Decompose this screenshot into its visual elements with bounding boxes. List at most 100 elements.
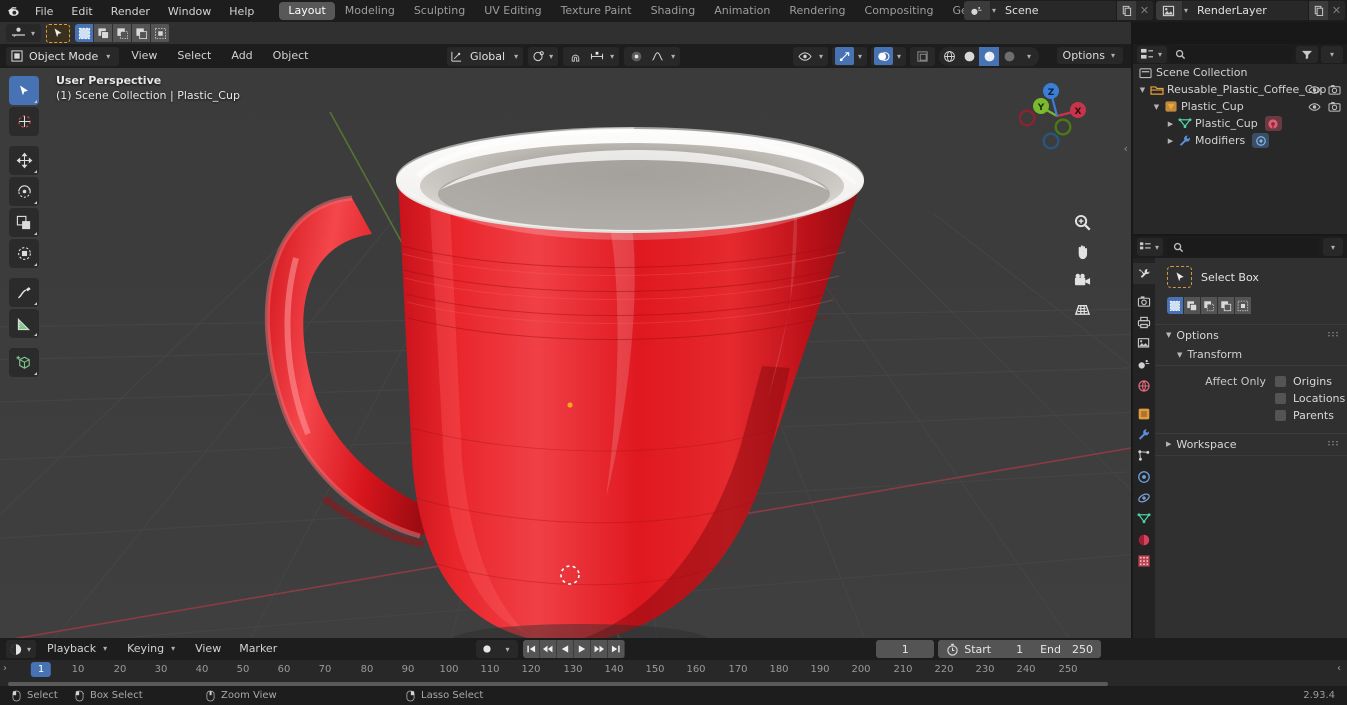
props-select-intersect-button[interactable] (1235, 297, 1252, 314)
properties-search-input[interactable] (1167, 238, 1319, 256)
scene-name[interactable]: Scene (997, 1, 1116, 20)
timeline-menu-marker[interactable]: Marker (232, 640, 284, 658)
material-preview-shading-button[interactable] (979, 46, 999, 66)
eye-visibility-icon[interactable] (796, 47, 815, 65)
viewport-menu-select[interactable]: Select (169, 47, 219, 65)
toggle-perspective-tool[interactable] (1070, 297, 1094, 321)
material-chip[interactable] (1264, 116, 1282, 131)
outliner-display-mode-button[interactable]: ▾ (1321, 45, 1343, 63)
outliner-row-collection[interactable]: ▼ Reusable_Plastic_Coffee_Cup (1133, 81, 1347, 98)
tab-uv-editing[interactable]: UV Editing (475, 2, 550, 20)
physics-tab[interactable] (1133, 466, 1155, 487)
gizmo-selector[interactable]: ▾ (831, 46, 867, 66)
eye-icon[interactable] (1308, 85, 1321, 95)
workspace-panel-header[interactable]: ▶ Workspace (1155, 434, 1347, 454)
subsurf-chip[interactable] (1252, 133, 1270, 148)
outliner-editor-type-selector[interactable]: ▾ (1137, 45, 1168, 63)
timeline-ruler[interactable]: 1 10 20 30 40 50 60 70 80 90 100 110 120… (0, 660, 1347, 682)
modifier-tab[interactable] (1133, 424, 1155, 445)
scene-tab[interactable] (1133, 354, 1155, 375)
tab-compositing[interactable]: Compositing (856, 2, 943, 20)
menu-help[interactable]: Help (220, 3, 263, 20)
properties-editor-type-selector[interactable]: ▾ (1137, 238, 1164, 256)
mesh-expand-triangle[interactable]: ▶ (1165, 120, 1176, 128)
transform-panel-header[interactable]: ▼ Transform (1155, 345, 1347, 364)
tab-animation[interactable]: Animation (705, 2, 779, 20)
wireframe-shading-button[interactable] (939, 47, 959, 66)
object-data-tab[interactable] (1133, 508, 1155, 529)
camera-view-tool[interactable] (1070, 268, 1094, 292)
select-box-tool-icon[interactable] (1167, 266, 1192, 288)
collection-expand-triangle[interactable]: ▼ (1137, 86, 1148, 94)
eye-icon[interactable] (1308, 102, 1321, 112)
select-extend-button[interactable] (94, 24, 114, 42)
modifiers-expand-triangle[interactable]: ▶ (1165, 137, 1176, 145)
snap-target-icon[interactable] (587, 47, 606, 65)
play-reverse-button[interactable] (557, 640, 574, 658)
tweak-select-tool[interactable] (9, 76, 39, 105)
solid-shading-button[interactable] (959, 47, 979, 66)
blender-logo-icon[interactable] (0, 0, 26, 22)
timeline-menu-playback[interactable]: Playback ▾ (40, 640, 116, 658)
render-tab[interactable] (1133, 291, 1155, 312)
props-select-subtract-button[interactable] (1201, 297, 1218, 314)
outliner-row-modifiers[interactable]: ▶ Modifiers (1133, 132, 1347, 149)
current-frame-field[interactable]: 1 (876, 640, 935, 658)
tab-sculpting[interactable]: Sculpting (405, 2, 474, 20)
particles-tab[interactable] (1133, 445, 1155, 466)
pivot-point-selector[interactable]: ▾ (528, 46, 559, 66)
select-subtract-button[interactable] (113, 24, 133, 42)
outliner-row-object[interactable]: ▼ Plastic_Cup (1133, 98, 1347, 115)
zoom-tool[interactable] (1070, 210, 1094, 234)
navigation-gizmo[interactable]: Z Y X (1019, 78, 1095, 154)
shading-dropdown-button[interactable]: ▾ (1019, 47, 1039, 66)
scene-datablock[interactable]: ▾ Scene ✕ (963, 1, 1153, 20)
outliner-search-input[interactable] (1170, 45, 1293, 63)
playhead[interactable]: 1 (30, 662, 52, 677)
tool-tab[interactable] (1133, 263, 1155, 284)
menu-render[interactable]: Render (102, 3, 159, 20)
snapping-controls[interactable]: ▾ (563, 46, 620, 66)
camera-icon[interactable] (1328, 84, 1341, 95)
timeline-menu-view[interactable]: View (188, 640, 228, 658)
frame-range-field[interactable]: Start 1 End 250 (938, 640, 1101, 658)
remove-scene-button[interactable]: ✕ (1135, 1, 1153, 20)
visibility-selector[interactable]: ▾ (792, 46, 828, 66)
auto-keying-group[interactable]: ▾ (476, 640, 518, 658)
mode-selector[interactable]: Object Mode ▾ (6, 46, 120, 66)
tab-shading[interactable]: Shading (642, 2, 705, 20)
tab-modeling[interactable]: Modeling (336, 2, 404, 20)
proportional-edit-icon[interactable] (627, 47, 646, 65)
proportional-editing-controls[interactable]: ▾ (624, 46, 681, 66)
timeline-editor-type-selector[interactable]: ▾ (6, 640, 37, 658)
locations-checkbox[interactable] (1275, 393, 1286, 404)
record-icon[interactable] (476, 640, 497, 658)
outliner-row-mesh-data[interactable]: ▶ Plastic_Cup (1133, 115, 1347, 132)
overlays-selector[interactable]: ▾ (870, 46, 906, 66)
viewport-menu-add[interactable]: Add (223, 47, 260, 65)
measure-tool[interactable] (9, 309, 39, 338)
origins-checkbox[interactable] (1275, 376, 1286, 387)
new-viewlayer-button[interactable] (1308, 1, 1328, 20)
properties-options-button[interactable]: ▾ (1323, 238, 1343, 256)
cursor-tool[interactable] (9, 107, 39, 136)
constraints-tab[interactable] (1133, 487, 1155, 508)
texture-tab[interactable] (1133, 550, 1155, 571)
select-set-button[interactable] (75, 24, 95, 42)
camera-icon[interactable] (1328, 101, 1341, 112)
jump-to-end-button[interactable] (608, 640, 625, 658)
viewport-menu-object[interactable]: Object (265, 47, 317, 65)
timeline-scroll-right-arrow[interactable]: ‹ (1337, 663, 1341, 674)
material-tab[interactable] (1133, 529, 1155, 550)
rotate-tool[interactable] (9, 177, 39, 206)
new-scene-button[interactable] (1115, 1, 1136, 20)
object-tab[interactable] (1133, 403, 1155, 424)
jump-to-start-button[interactable] (523, 640, 540, 658)
menu-window[interactable]: Window (159, 3, 220, 20)
play-button[interactable] (574, 640, 591, 658)
3d-viewport[interactable]: User Perspective (1) Scene Collection | … (0, 68, 1131, 638)
parents-checkbox[interactable] (1275, 410, 1286, 421)
scale-tool[interactable] (9, 208, 39, 237)
options-panel-header[interactable]: ▼ Options (1155, 325, 1347, 345)
auto-key-dropdown[interactable]: ▾ (497, 640, 518, 658)
